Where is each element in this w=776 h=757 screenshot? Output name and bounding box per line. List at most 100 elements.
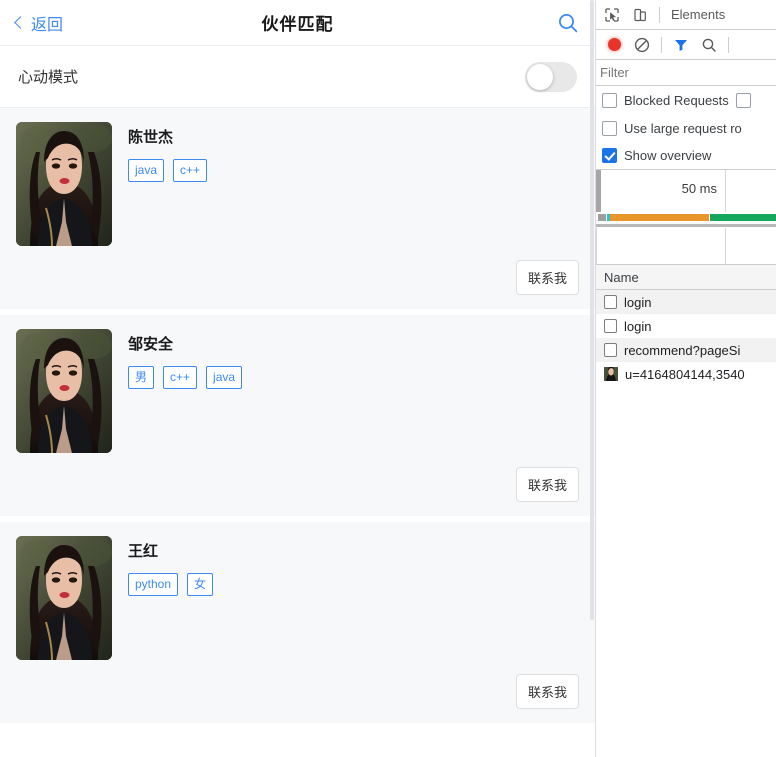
toolbar-divider xyxy=(728,36,729,53)
card-info: 陈世杰 java c++ xyxy=(128,122,579,246)
table-row[interactable]: login xyxy=(596,290,776,314)
overview-ruler: 50 ms xyxy=(596,170,776,212)
option-large-request-rows[interactable]: Use large request ro xyxy=(596,114,776,142)
devtools-pane: Elements Filter Blocked Requests Use lar… xyxy=(596,0,776,757)
network-toolbar xyxy=(596,30,776,60)
user-card[interactable]: 邹安全 男 c++ java 联系我 xyxy=(0,315,595,516)
checkbox[interactable] xyxy=(602,120,617,136)
record-button-icon[interactable] xyxy=(600,31,628,59)
option-show-overview[interactable]: Show overview xyxy=(596,142,776,170)
avatar xyxy=(16,536,112,660)
avatar xyxy=(16,122,112,246)
overview-baseline xyxy=(596,224,776,227)
mobile-app-pane: 返回 伙伴匹配 心动模式 陈世杰 java c++ 联系我 邹安全 男 c++ … xyxy=(0,0,596,757)
heart-mode-cell: 心动模式 xyxy=(0,46,595,108)
back-label: 返回 xyxy=(31,16,64,34)
record-dot xyxy=(607,38,621,51)
overview-bar-gray xyxy=(598,214,606,221)
image-thumbnail-icon xyxy=(604,367,618,381)
avatar xyxy=(16,329,112,453)
page-title: 伙伴匹配 xyxy=(261,15,334,34)
table-row[interactable]: login xyxy=(596,314,776,338)
overview-gridline xyxy=(596,228,597,264)
filter-funnel-icon[interactable] xyxy=(667,31,695,59)
user-card[interactable]: 陈世杰 java c++ 联系我 xyxy=(0,108,595,309)
document-icon xyxy=(604,295,617,309)
user-tag[interactable]: java xyxy=(206,366,243,389)
device-toolbar-icon[interactable] xyxy=(626,1,654,29)
scrollbar-thumb[interactable] xyxy=(590,0,594,620)
option-label: Use large request ro xyxy=(624,120,742,136)
contact-button[interactable]: 联系我 xyxy=(515,674,579,709)
back-button[interactable]: 返回 xyxy=(14,11,64,35)
request-name: recommend?pageSi xyxy=(624,342,741,358)
contact-button[interactable]: 联系我 xyxy=(515,467,579,502)
request-name: login xyxy=(624,294,652,310)
table-row[interactable]: recommend?pageSi xyxy=(596,338,776,362)
card-footer: 联系我 xyxy=(16,246,579,309)
page-scrollbar[interactable] xyxy=(589,0,595,757)
user-card[interactable]: 王红 python 女 联系我 xyxy=(0,522,595,723)
settings-group: 心动模式 xyxy=(0,46,595,108)
document-icon xyxy=(604,319,617,333)
search-icon[interactable] xyxy=(557,12,579,34)
nav-bar: 返回 伙伴匹配 xyxy=(0,0,595,46)
user-name: 王红 xyxy=(128,543,159,560)
request-name: u=4164804144,3540 xyxy=(625,366,745,382)
user-tag[interactable]: 男 xyxy=(128,366,155,389)
chevron-left-icon xyxy=(14,15,27,29)
network-overview[interactable]: 50 ms xyxy=(596,170,776,265)
toolbar-divider xyxy=(661,36,662,53)
user-tag[interactable]: 女 xyxy=(187,573,214,596)
overview-tick-label: 50 ms xyxy=(681,181,717,196)
heart-mode-toggle[interactable] xyxy=(525,61,577,92)
option-label: Blocked Requests xyxy=(624,92,729,108)
card-footer: 联系我 xyxy=(16,453,579,516)
overview-left-handle[interactable] xyxy=(596,170,601,212)
card-info: 邹安全 男 c++ java xyxy=(128,329,579,453)
card-footer: 联系我 xyxy=(16,660,579,723)
tag-row: 男 c++ java xyxy=(128,366,579,389)
overview-bar-orange xyxy=(610,214,709,221)
column-header-name[interactable]: Name xyxy=(604,270,639,285)
user-tag[interactable]: python xyxy=(128,573,179,596)
screen-root: 返回 伙伴匹配 心动模式 陈世杰 java c++ 联系我 邹安全 男 c++ … xyxy=(0,0,776,757)
search-icon[interactable] xyxy=(695,31,723,59)
user-tag[interactable]: c++ xyxy=(173,159,208,182)
filter-input[interactable] xyxy=(600,62,776,83)
user-name: 邹安全 xyxy=(128,336,174,353)
devtools-tabbar: Elements xyxy=(596,0,776,30)
overview-tick xyxy=(725,170,726,212)
checkbox-partial[interactable] xyxy=(735,92,751,108)
checkbox[interactable] xyxy=(602,148,617,163)
request-name: login xyxy=(624,318,652,334)
filter-bar xyxy=(596,60,776,86)
card-top: 陈世杰 java c++ xyxy=(16,122,579,246)
table-row[interactable]: u=4164804144,3540 xyxy=(596,362,776,386)
overview-bar-green xyxy=(710,214,776,221)
overview-gridline xyxy=(725,228,726,264)
table-header: Name xyxy=(596,265,776,290)
user-tag[interactable]: c++ xyxy=(163,366,198,389)
user-name: 陈世杰 xyxy=(128,129,174,146)
requests-table: Name login login recommend?pageSi u=4164… xyxy=(596,265,776,757)
tag-row: python 女 xyxy=(128,573,579,596)
toggle-knob xyxy=(527,63,553,90)
user-card-list: 陈世杰 java c++ 联系我 邹安全 男 c++ java 联系我 王红 p… xyxy=(0,108,595,723)
overview-bars xyxy=(596,214,776,222)
card-top: 邹安全 男 c++ java xyxy=(16,329,579,453)
tag-row: java c++ xyxy=(128,159,579,182)
option-label: Show overview xyxy=(624,148,712,163)
card-top: 王红 python 女 xyxy=(16,536,579,660)
heart-mode-label: 心动模式 xyxy=(18,69,79,86)
contact-button[interactable]: 联系我 xyxy=(515,260,579,295)
inspect-cursor-icon[interactable] xyxy=(598,1,626,29)
document-icon xyxy=(604,343,617,357)
option-blocked-requests[interactable]: Blocked Requests xyxy=(596,86,776,114)
user-tag[interactable]: java xyxy=(128,159,165,182)
clear-icon[interactable] xyxy=(628,31,656,59)
tab-elements[interactable]: Elements xyxy=(665,7,731,22)
toolbar-divider xyxy=(659,6,660,23)
checkbox[interactable] xyxy=(602,92,617,108)
card-info: 王红 python 女 xyxy=(128,536,579,660)
